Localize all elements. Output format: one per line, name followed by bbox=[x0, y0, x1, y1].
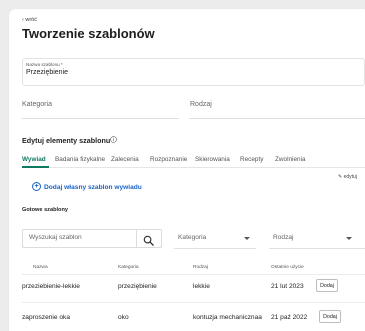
type-dropdown[interactable]: Rodzaj bbox=[273, 234, 294, 241]
row-name: przeziebienie-lekkie bbox=[22, 283, 80, 290]
type-field[interactable]: Rodzaj bbox=[190, 101, 212, 108]
required-mark: * bbox=[61, 62, 63, 67]
category-dropdown[interactable]: Kategoria bbox=[178, 234, 206, 241]
edit-button[interactable]: ✎ edytuj bbox=[338, 174, 357, 180]
search-placeholder: Wyszukaj szablon bbox=[29, 234, 82, 241]
column-header-name: Nazwa bbox=[33, 265, 48, 270]
tab-skierowania[interactable]: Skierowania bbox=[195, 156, 230, 163]
category-dropdown-underline bbox=[174, 248, 256, 249]
page-title: Tworzenie szablonów bbox=[22, 26, 155, 41]
tab-wywiad[interactable]: Wywiad bbox=[22, 156, 46, 163]
tab-rozpoznanie[interactable]: Rozpoznanie bbox=[150, 156, 187, 163]
type-dropdown-underline bbox=[269, 248, 365, 249]
row-last-used: 21 paź 2022 bbox=[271, 314, 308, 321]
row-name: zaproszenie oka bbox=[22, 314, 71, 321]
active-tab-indicator bbox=[22, 166, 49, 168]
row-type: lekkie bbox=[193, 283, 210, 290]
back-link-label: wróć bbox=[25, 17, 37, 23]
plus-circle-icon[interactable]: + bbox=[32, 182, 41, 191]
add-custom-template-link[interactable]: Dodaj własny szablon wywiadu bbox=[44, 184, 142, 191]
back-link[interactable]: ‹ wróć bbox=[22, 17, 37, 23]
tabs-divider bbox=[22, 167, 365, 168]
tab-badania-fizykalne[interactable]: Badania fizykalne bbox=[55, 156, 105, 163]
row-divider bbox=[22, 302, 365, 303]
type-field-underline bbox=[189, 118, 365, 119]
info-icon[interactable] bbox=[110, 136, 117, 143]
chevron-down-icon[interactable] bbox=[244, 237, 250, 240]
template-editor-card: ‹ wróć Tworzenie szablonów Nazwa szablon… bbox=[9, 9, 365, 331]
row-type: kontuzja mechanicznaa bbox=[193, 314, 262, 321]
row-category: przeziębienie bbox=[118, 283, 157, 290]
row-category: oko bbox=[118, 314, 129, 321]
tab-recepty[interactable]: Recepty bbox=[240, 156, 263, 163]
edit-elements-heading: Edytuj elementy szablonu bbox=[22, 136, 111, 145]
pencil-icon: ✎ bbox=[338, 174, 343, 180]
category-field[interactable]: Kategoria bbox=[22, 101, 52, 108]
search-divider bbox=[136, 229, 137, 248]
chevron-left-icon: ‹ bbox=[22, 17, 24, 23]
template-name-field[interactable] bbox=[22, 58, 365, 86]
table-header-divider bbox=[22, 274, 365, 275]
template-name-value: Przeziębienie bbox=[26, 69, 69, 76]
ready-templates-heading: Gotowe szablony bbox=[22, 207, 68, 213]
column-header-last-used: Ostatnie użycie bbox=[271, 265, 304, 270]
edit-button-label: edytuj bbox=[343, 174, 357, 180]
row-last-used: 21 lut 2023 bbox=[271, 283, 304, 290]
column-header-type: Rodzaj bbox=[193, 265, 208, 270]
template-name-label: Nazwa szablonu * bbox=[26, 62, 63, 67]
add-template-button[interactable]: Dodaj bbox=[319, 310, 341, 323]
chevron-down-icon[interactable] bbox=[346, 237, 352, 240]
column-header-category: Kategoria bbox=[118, 265, 139, 270]
search-icon[interactable] bbox=[143, 233, 154, 246]
tab-zalecenia[interactable]: Zalecenia bbox=[111, 156, 139, 163]
category-field-underline bbox=[22, 118, 179, 119]
tab-zwolnienia[interactable]: Zwolnienia bbox=[275, 156, 306, 163]
add-template-button[interactable]: Dodaj bbox=[316, 279, 338, 292]
